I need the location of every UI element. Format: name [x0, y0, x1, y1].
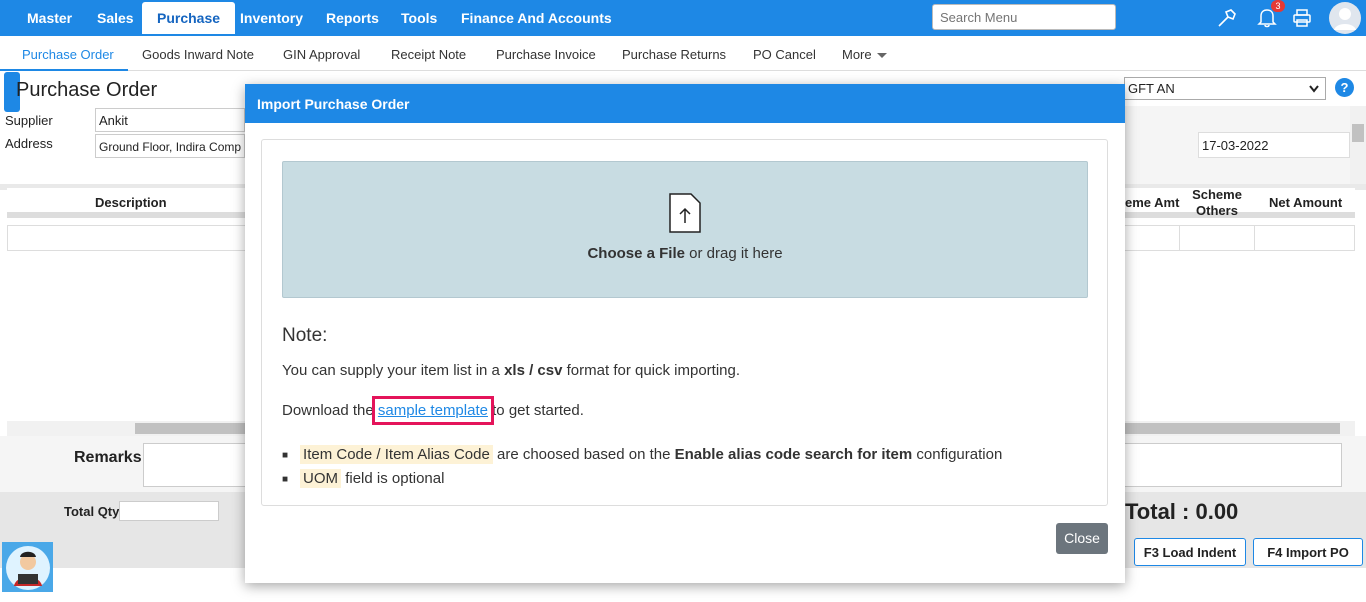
import-purchase-order-modal: Import Purchase Order Choose a File or d… — [245, 84, 1125, 583]
help-icon[interactable]: ? — [1335, 78, 1354, 97]
total-qty-label: Total Qty — [64, 504, 120, 519]
tab-more[interactable]: More — [842, 36, 872, 71]
page-title: Purchase Order — [16, 79, 158, 101]
supplier-label: Supplier — [5, 113, 53, 128]
note-text: Download the — [282, 402, 378, 419]
code-highlight: UOM — [300, 469, 342, 488]
note-text: are choosed based on the — [492, 446, 675, 463]
total-qty-field[interactable] — [119, 501, 219, 521]
tab-purchase-invoice[interactable]: Purchase Invoice — [496, 36, 596, 71]
remarks-label: Remarks — [74, 449, 142, 466]
bullet-icon: ■ — [282, 449, 289, 461]
search-menu-input[interactable] — [932, 4, 1116, 30]
import-po-button[interactable]: F4 Import PO — [1253, 538, 1363, 566]
note-text: You can supply your item list in a — [282, 362, 505, 379]
close-button[interactable]: Close — [1056, 523, 1108, 554]
note-heading: Note: — [282, 325, 328, 346]
nav-purchase[interactable]: Purchase — [142, 2, 236, 34]
date-field[interactable]: 17-03-2022 — [1198, 132, 1350, 158]
nav-finance[interactable]: Finance And Accounts — [461, 0, 612, 36]
note-text: to get started. — [487, 402, 584, 419]
address-label: Address — [5, 136, 53, 151]
tab-purchase-returns[interactable]: Purchase Returns — [622, 36, 726, 71]
column-net-amount: Net Amount — [1269, 195, 1343, 210]
file-upload-icon — [669, 193, 701, 233]
grid-col-sep — [1179, 225, 1180, 251]
nav-sales[interactable]: Sales — [97, 0, 134, 36]
top-navbar: Master Sales Purchase Inventory Reports … — [0, 0, 1366, 36]
config-name: Enable alias code search for item — [674, 446, 913, 463]
support-assistant-icon[interactable] — [2, 542, 53, 592]
file-drop-zone[interactable]: Choose a File or drag it here — [282, 161, 1088, 298]
sub-navbar: Purchase Order Goods Inward Note GIN App… — [0, 36, 1366, 71]
drag-hint: or drag it here — [684, 245, 783, 262]
note-line-format: You can supply your item list in a xls /… — [282, 362, 740, 379]
modal-title: Import Purchase Order — [245, 84, 1125, 123]
nav-master[interactable]: Master — [27, 0, 72, 36]
column-description: Description — [95, 195, 167, 210]
chevron-down-icon — [1309, 85, 1319, 93]
note-text: field is optional — [341, 470, 445, 487]
tab-receipt-note[interactable]: Receipt Note — [391, 36, 466, 71]
note-text: configuration — [912, 446, 1003, 463]
supplier-field[interactable]: Ankit — [95, 108, 245, 132]
branch-select[interactable]: GFT AN — [1124, 77, 1326, 100]
load-indent-button[interactable]: F3 Load Indent — [1134, 538, 1246, 566]
tab-purchase-order[interactable]: Purchase Order — [0, 36, 128, 71]
printer-icon[interactable] — [1292, 8, 1312, 28]
note-format-bold: xls / csv — [504, 362, 563, 379]
note-text: format for quick importing. — [562, 362, 741, 379]
total-amount: Total : 0.00 — [1125, 499, 1239, 524]
code-highlight: Item Code / Item Alias Code — [300, 445, 493, 464]
remarks-textarea-right[interactable] — [1124, 443, 1342, 487]
note-line-template: Download the sample template to get star… — [282, 396, 584, 425]
header-scrollbar[interactable] — [1350, 106, 1366, 184]
tab-goods-inward-note[interactable]: Goods Inward Note — [142, 36, 254, 71]
bullet-icon: ■ — [282, 473, 289, 485]
drop-text: Choose a File or drag it here — [283, 245, 1087, 262]
hammer-icon[interactable] — [1216, 7, 1238, 29]
sample-template-link[interactable]: sample template — [371, 396, 494, 425]
address-field[interactable]: Ground Floor, Indira Comp — [95, 134, 245, 158]
branch-select-value: GFT AN — [1128, 81, 1175, 96]
nav-inventory[interactable]: Inventory — [240, 0, 303, 36]
choose-file-text[interactable]: Choose a File — [587, 245, 685, 262]
chevron-down-icon — [877, 53, 887, 58]
notification-badge: 3 — [1271, 0, 1285, 12]
tab-gin-approval[interactable]: GIN Approval — [283, 36, 360, 71]
tab-po-cancel[interactable]: PO Cancel — [753, 36, 816, 71]
header-scrollbar-thumb[interactable] — [1352, 124, 1364, 142]
avatar[interactable] — [1328, 1, 1362, 35]
column-scheme-others: Scheme Others — [1192, 187, 1242, 218]
note-bullet-item-code: ■ Item Code / Item Alias Code are choosed… — [282, 445, 1003, 464]
grid-col-sep — [1254, 225, 1255, 251]
nav-reports[interactable]: Reports — [326, 0, 379, 36]
remarks-textarea[interactable] — [143, 443, 247, 487]
column-scheme-amt: eme Amt — [1125, 195, 1180, 210]
nav-tools[interactable]: Tools — [401, 0, 437, 36]
modal-body: Choose a File or drag it here Note: You … — [261, 139, 1108, 506]
note-bullet-uom: ■ UOM field is optional — [282, 469, 445, 488]
